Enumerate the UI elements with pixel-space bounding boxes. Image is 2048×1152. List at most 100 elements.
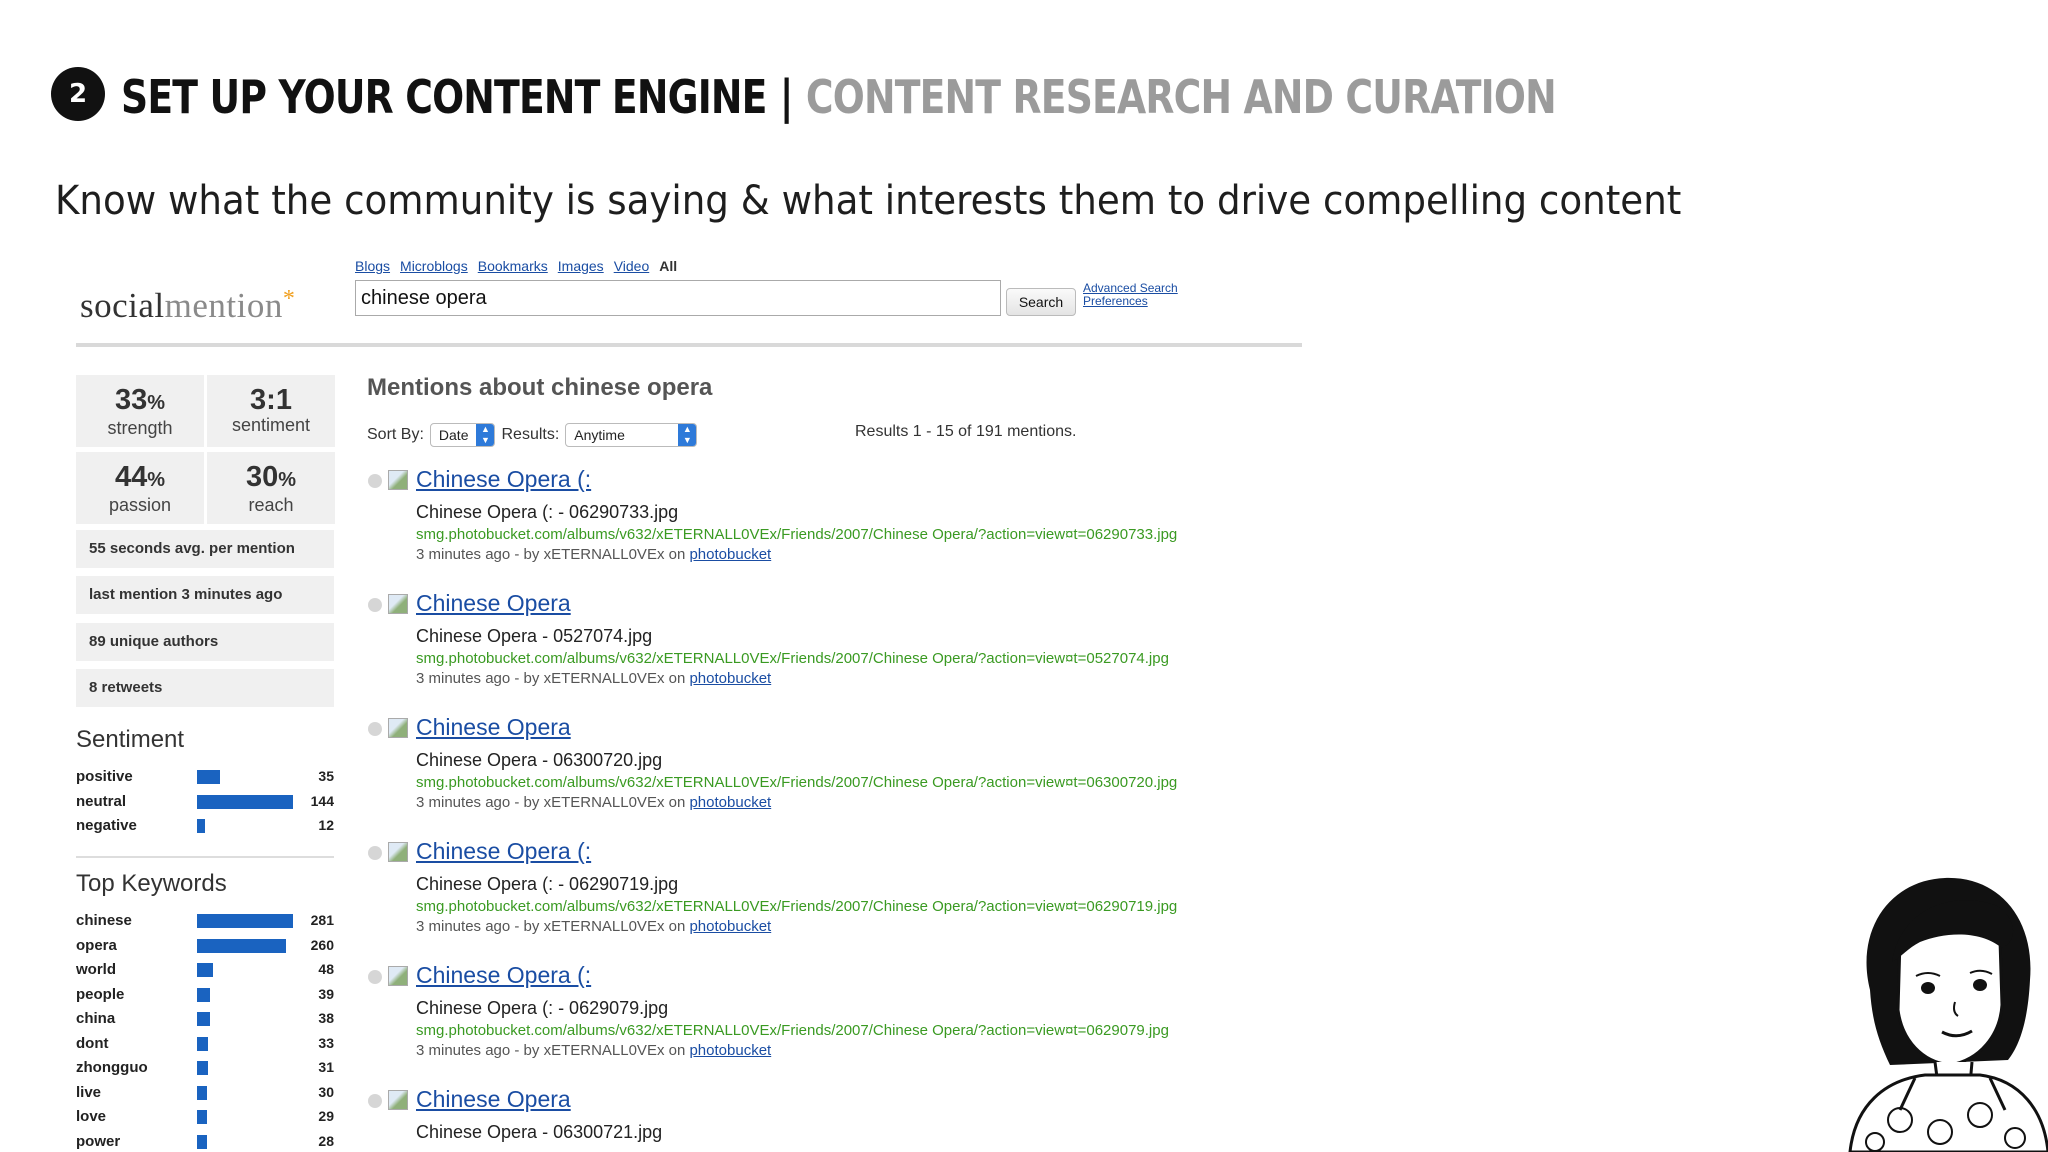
keyword-count: 281: [310, 912, 334, 928]
unique-authors: 89 unique authors: [76, 623, 334, 661]
result-item: Chinese Opera (: Chinese Opera (: - 06290…: [368, 466, 1268, 576]
result-item: Chinese Opera (: Chinese Opera (: - 06290…: [368, 962, 1268, 1072]
keyword-bar: [197, 914, 293, 928]
mentions-heading: Mentions about chinese opera: [367, 374, 713, 401]
keyword-row-dont: dont 33: [76, 1033, 336, 1055]
tab-video[interactable]: Video: [614, 258, 650, 274]
result-description: Chinese Opera (: - 06290719.jpg: [416, 874, 679, 894]
keyword-label: love: [76, 1108, 107, 1125]
result-source-link[interactable]: photobucket: [689, 670, 771, 687]
bullet-icon: [368, 1094, 382, 1108]
keyword-bar: [197, 1061, 208, 1075]
result-meta: 3 minutes ago - by xETERNALL0VEx on phot…: [416, 918, 772, 935]
image-thumbnail-icon[interactable]: [388, 1090, 408, 1110]
result-title-link[interactable]: Chinese Opera (:: [416, 962, 591, 989]
sentiment-bar: [197, 794, 293, 809]
keyword-label: power: [76, 1132, 121, 1150]
keyword-count: 28: [318, 1132, 334, 1149]
select-arrows-icon: ▲ ▼: [678, 424, 697, 446]
result-item: Chinese Opera Chinese Opera - 06300721.jp…: [368, 1086, 1268, 1152]
result-url: smg.photobucket.com/albums/v632/xETERNAL…: [416, 526, 1178, 543]
socialmention-app: socialmention* Blogs Microblogs Bookmark…: [0, 250, 1320, 1152]
keyword-label: people: [76, 985, 125, 1003]
logo-social: social: [80, 286, 165, 325]
keyword-label: dont: [76, 1034, 109, 1052]
keyword-count: 31: [318, 1059, 334, 1075]
bullet-icon: [368, 846, 382, 860]
result-source-link[interactable]: photobucket: [689, 546, 771, 563]
search-button[interactable]: Search: [1006, 288, 1076, 316]
source-type-tabs: Blogs Microblogs Bookmarks Images Video …: [355, 258, 677, 274]
result-url: smg.photobucket.com/albums/v632/xETERNAL…: [416, 1022, 1169, 1039]
result-source-link[interactable]: photobucket: [689, 918, 771, 935]
result-title-link[interactable]: Chinese Opera: [416, 590, 571, 617]
keyword-count: 48: [318, 961, 334, 977]
sentiment-heading: Sentiment: [76, 726, 185, 753]
keyword-bar: [197, 938, 286, 953]
advanced-links: Advanced Search Preferences: [1083, 282, 1178, 308]
result-item: Chinese Opera (: Chinese Opera (: - 06290…: [368, 838, 1268, 948]
sentiment-value: 3:1: [250, 384, 292, 416]
keyword-bar: [197, 1012, 210, 1026]
slide-subtitle: Know what the community is saying & what…: [55, 178, 1682, 224]
result-title-link[interactable]: Chinese Opera (:: [416, 466, 591, 493]
keyword-bar: [197, 1110, 207, 1124]
sort-controls: Sort By: Date ▲ ▼ Results: Anytime ▲ ▼: [367, 423, 698, 447]
image-thumbnail-icon[interactable]: [388, 842, 408, 862]
keyword-row-chinese: chinese 281: [76, 910, 336, 932]
keyword-row-power: power 28: [76, 1131, 336, 1152]
results-count: Results 1 - 15 of 191 mentions.: [855, 423, 1077, 440]
keyword-count: 260: [310, 936, 334, 953]
image-thumbnail-icon[interactable]: [388, 594, 408, 614]
keyword-count: 39: [318, 985, 334, 1002]
keyword-row-zhongguo: zhongguo 31: [76, 1057, 336, 1079]
sentiment-bar: [197, 770, 220, 784]
results-filter-label: Results:: [501, 426, 560, 443]
keyword-row-love: love 29: [76, 1106, 336, 1128]
image-thumbnail-icon[interactable]: [388, 966, 408, 986]
reach-value: 30%: [245, 461, 297, 493]
result-item: Chinese Opera Chinese Opera - 06300720.jp…: [368, 714, 1268, 824]
tab-all[interactable]: All: [659, 258, 677, 274]
result-url: smg.photobucket.com/albums/v632/xETERNAL…: [416, 650, 1169, 667]
result-title-link[interactable]: Chinese Opera: [416, 1086, 571, 1113]
result-title-link[interactable]: Chinese Opera: [416, 714, 571, 741]
bullet-icon: [368, 598, 382, 612]
keyword-bar: [197, 1036, 208, 1051]
tab-bookmarks[interactable]: Bookmarks: [478, 258, 548, 274]
result-source-link[interactable]: photobucket: [689, 794, 771, 811]
search-input[interactable]: [355, 280, 1001, 316]
tab-images[interactable]: Images: [558, 258, 604, 274]
tab-blogs[interactable]: Blogs: [355, 258, 390, 274]
result-meta: 3 minutes ago - by xETERNALL0VEx on phot…: [416, 546, 772, 563]
sentiment-count: 35: [318, 768, 334, 784]
preferences-link[interactable]: Preferences: [1083, 295, 1178, 308]
passion-label: passion: [108, 495, 172, 515]
keyword-label: opera: [76, 936, 117, 954]
keyword-row-live: live 30: [76, 1082, 336, 1104]
keyword-row-china: china 38: [76, 1008, 336, 1030]
result-description: Chinese Opera - 06300721.jpg: [416, 1122, 663, 1142]
tab-microblogs[interactable]: Microblogs: [400, 258, 468, 274]
socialmention-logo[interactable]: socialmention*: [80, 286, 295, 326]
result-url: smg.photobucket.com/albums/v632/xETERNAL…: [416, 898, 1178, 915]
result-title-link[interactable]: Chinese Opera (:: [416, 838, 591, 865]
woman-illustration: [1848, 877, 2048, 1152]
result-description: Chinese Opera (: - 06290733.jpg: [416, 502, 679, 522]
slide-title: SET UP YOUR CONTENT ENGINE | CONTENT RESEA…: [121, 70, 1557, 124]
keyword-bar: [197, 1085, 207, 1100]
sentiment-row-neutral: neutral 144: [76, 791, 336, 813]
result-url: smg.photobucket.com/albums/v632/xETERNAL…: [416, 774, 1178, 791]
sort-by-select[interactable]: Date ▲ ▼: [429, 423, 496, 447]
result-source-link[interactable]: photobucket: [689, 1042, 771, 1059]
keyword-row-people: people 39: [76, 984, 336, 1006]
image-thumbnail-icon[interactable]: [388, 470, 408, 490]
result-meta: 3 minutes ago - by xETERNALL0VEx on phot…: [416, 670, 772, 687]
image-thumbnail-icon[interactable]: [388, 718, 408, 738]
bullet-icon: [368, 970, 382, 984]
sentiment-row-positive: positive 35: [76, 766, 336, 788]
keyword-label: live: [76, 1083, 102, 1101]
keyword-bar: [197, 987, 210, 1002]
results-time-select[interactable]: Anytime ▲ ▼: [565, 423, 698, 447]
keyword-count: 30: [318, 1083, 334, 1100]
